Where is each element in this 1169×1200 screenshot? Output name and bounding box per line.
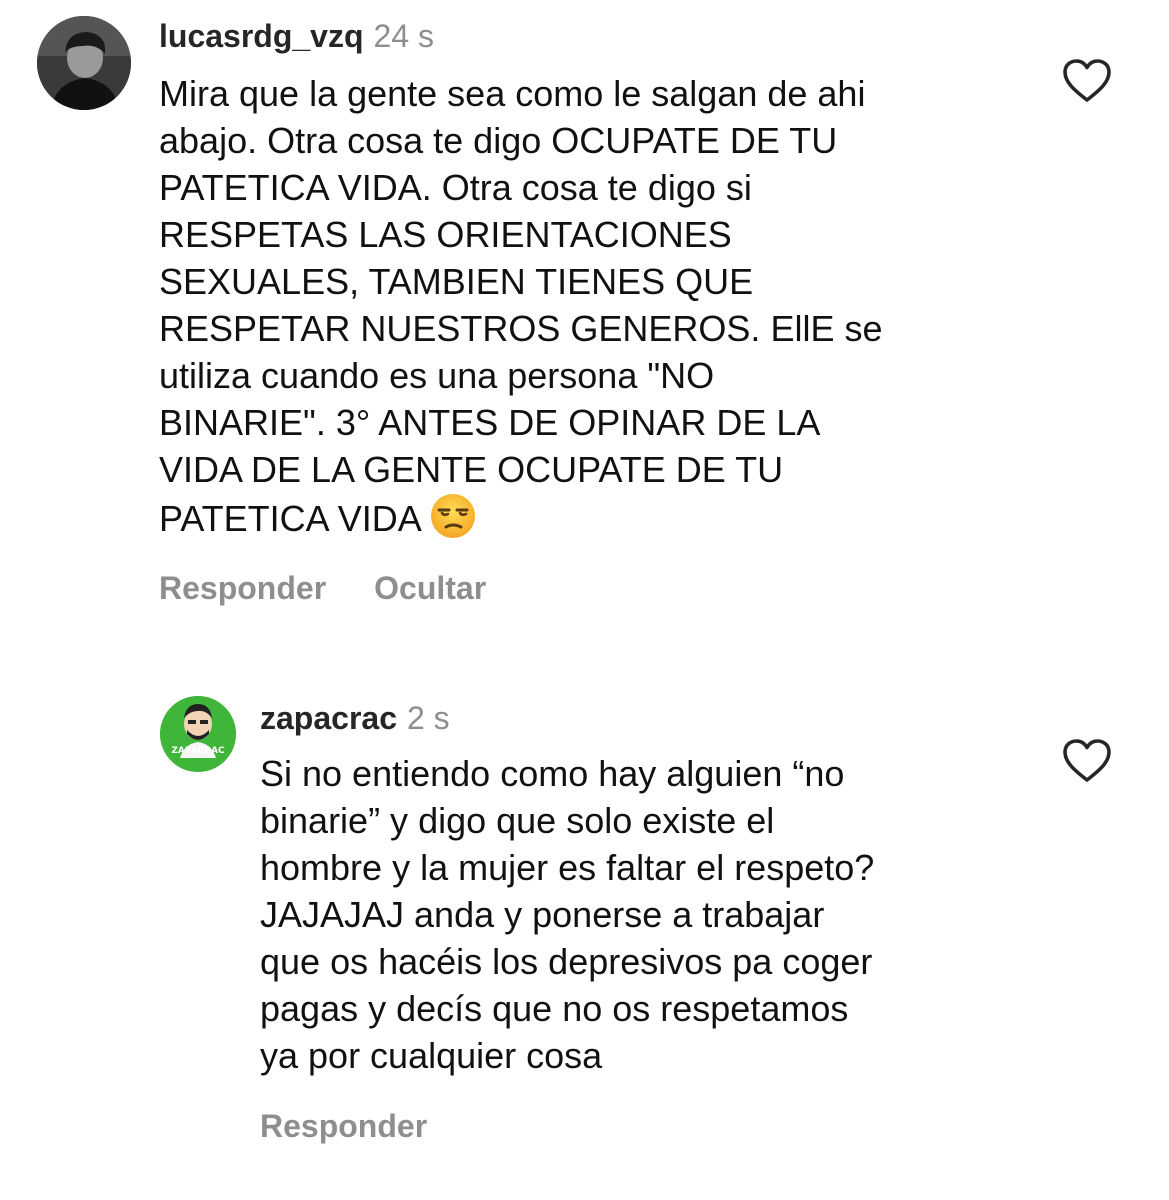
- comment-item: lucasrdg_vzq 24 s Mira que la gente sea c…: [0, 0, 1169, 640]
- comment-actions: Responder Ocultar: [159, 570, 534, 607]
- cartoon-avatar: [160, 696, 236, 772]
- unamused-face-emoji: [430, 493, 476, 550]
- comment-line: RESPETAR NUESTROS GENEROS. EllE se: [159, 308, 883, 349]
- comment-text: Mira que la gente sea como le salgan de …: [159, 70, 882, 550]
- heart-outline-icon[interactable]: [1062, 738, 1112, 784]
- timestamp: 2 s: [406, 700, 450, 736]
- comment-line: PATETICA VIDA: [159, 498, 422, 539]
- comment-header: lucasrdg_vzq 24 s: [159, 16, 434, 56]
- comment-line: PATETICA VIDA. Otra cosa te digo si: [159, 167, 752, 208]
- comment-line: ya por cualquier cosa: [260, 1035, 603, 1076]
- comment-header: zapacrac 2 s: [260, 698, 450, 738]
- comment-line: JAJAJAJ anda y ponerse a trabajar: [260, 894, 825, 935]
- comment-line: SEXUALES, TAMBIEN TIENES QUE: [159, 261, 754, 302]
- heart-outline-icon[interactable]: [1062, 58, 1112, 104]
- reply-comment-item: ZAPACRAC zapacrac 2 s Si no entiendo como…: [0, 680, 1169, 1180]
- comment-line: RESPETAS LAS ORIENTACIONES: [159, 214, 732, 255]
- username[interactable]: zapacrac: [260, 700, 397, 736]
- comment-line: Mira que la gente sea como le salgan de …: [159, 73, 866, 114]
- comment-line: BINARIE". 3° ANTES DE OPINAR DE LA: [159, 402, 821, 443]
- comment-line-last: PATETICA VIDA: [159, 493, 882, 550]
- comment-text: Si no entiendo como hay alguien “no bina…: [260, 750, 874, 1079]
- reply-button[interactable]: Responder: [159, 570, 326, 606]
- comment-line: Si no entiendo como hay alguien “no: [260, 753, 845, 794]
- hide-button[interactable]: Ocultar: [374, 570, 486, 606]
- comment-actions: Responder: [260, 1108, 475, 1145]
- comment-line: hombre y la mujer es faltar el respeto?: [260, 847, 875, 888]
- comment-line: VIDA DE LA GENTE OCUPATE DE TU: [159, 449, 784, 490]
- avatar[interactable]: [37, 16, 131, 110]
- timestamp: 24 s: [373, 18, 434, 54]
- username[interactable]: lucasrdg_vzq: [159, 18, 364, 54]
- comment-line: que os hacéis los depresivos pa coger: [260, 941, 873, 982]
- profile-photo: [37, 16, 131, 110]
- avatar-label: ZAPACRAC: [171, 746, 225, 756]
- comment-line: pagas y decís que no os respetamos: [260, 988, 849, 1029]
- avatar[interactable]: ZAPACRAC: [160, 696, 236, 772]
- comment-line: utiliza cuando es una persona "NO: [159, 355, 715, 396]
- comment-line: abajo. Otra cosa te digo OCUPATE DE TU: [159, 120, 838, 161]
- reply-button[interactable]: Responder: [260, 1108, 427, 1144]
- comment-line: binarie” y digo que solo existe el: [260, 800, 775, 841]
